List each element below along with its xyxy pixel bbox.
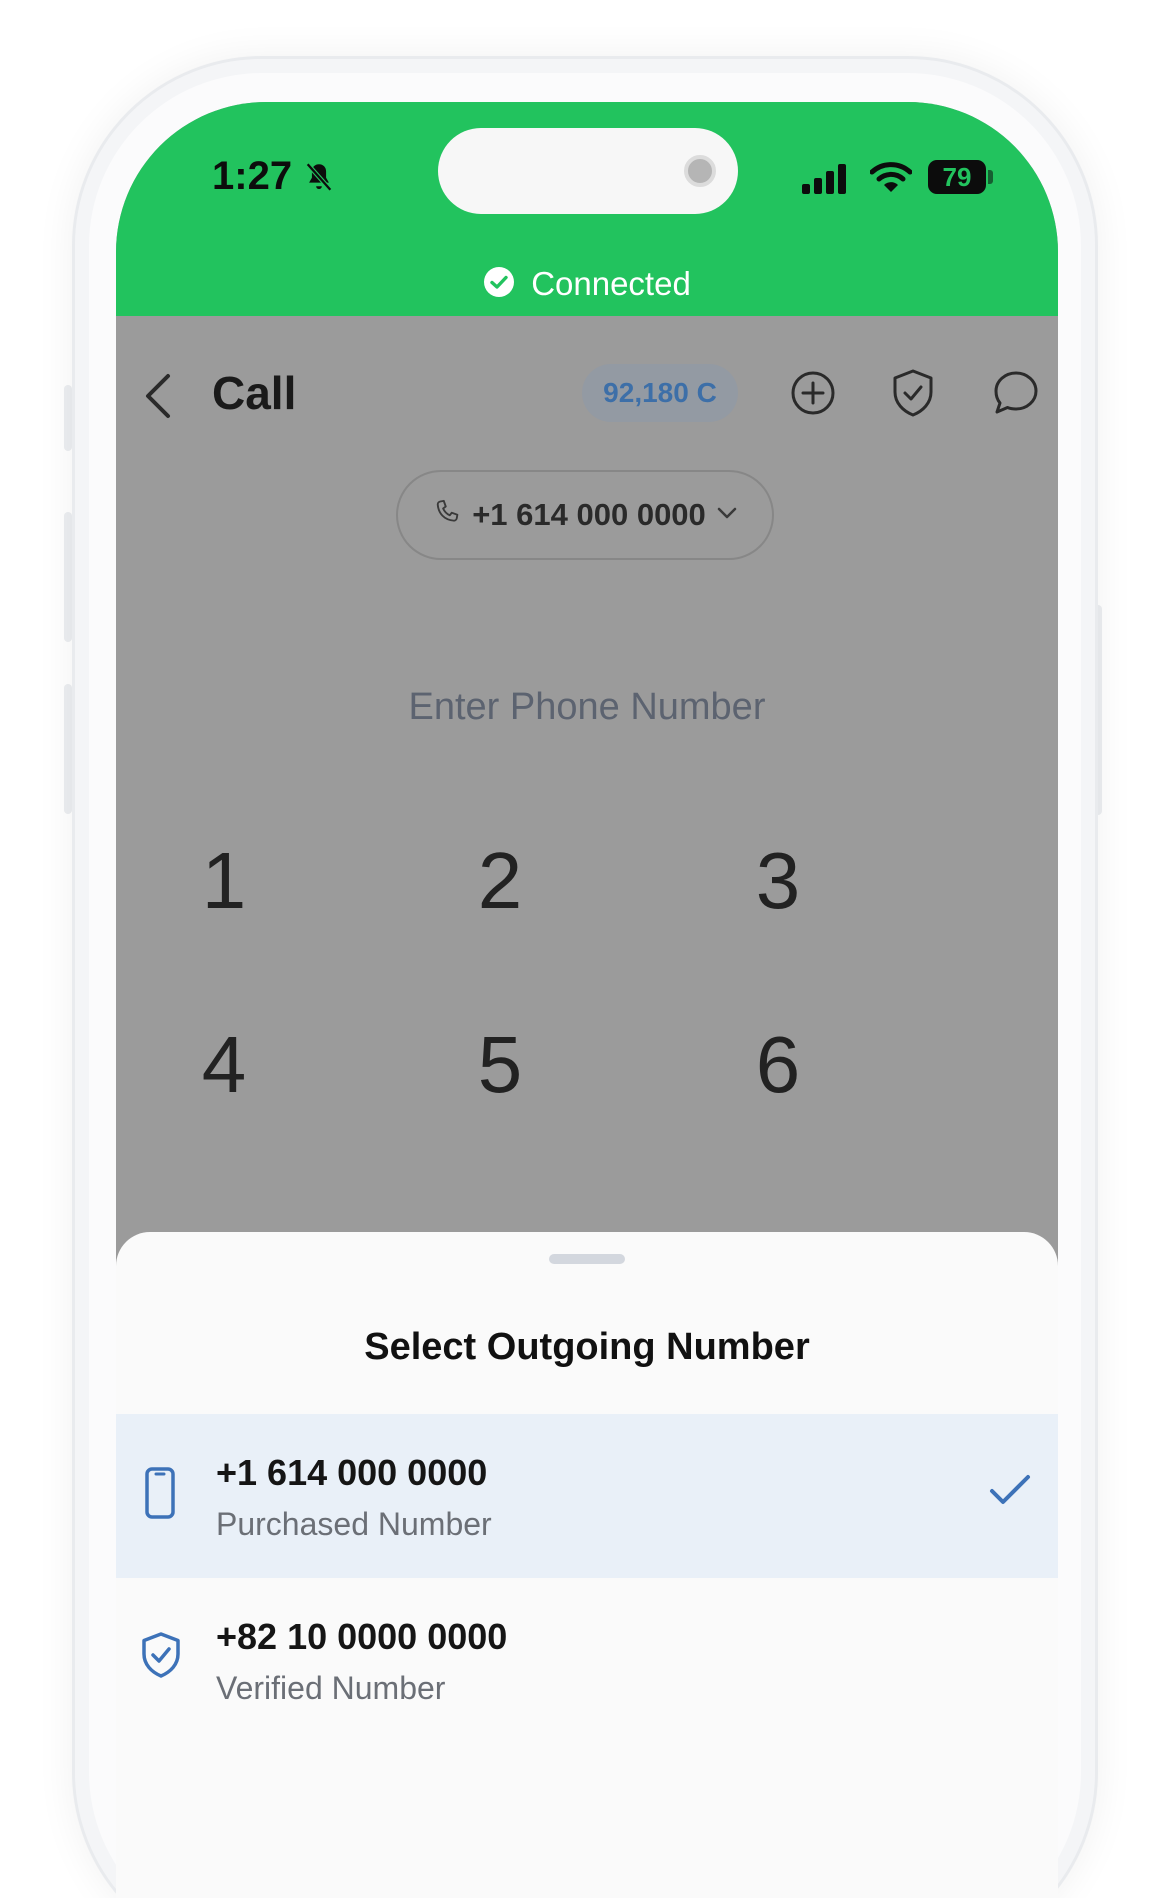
bell-slash-icon (302, 160, 336, 199)
wifi-icon (869, 160, 913, 199)
select-number-sheet: Select Outgoing Number +1 614 000 0000 P… (116, 1232, 1058, 1898)
add-circle-icon[interactable] (790, 370, 836, 421)
credit-balance-badge[interactable]: 92,180 C (582, 364, 738, 422)
page-title: Call (212, 367, 297, 419)
back-arrow-icon[interactable] (144, 372, 172, 425)
keypad-key-1[interactable]: 1 (134, 836, 314, 926)
connection-banner: Connected (116, 252, 1058, 316)
keypad-key-5[interactable]: 5 (410, 1020, 590, 1110)
battery-icon: 79 (928, 160, 986, 194)
device-side-button (64, 385, 72, 451)
chat-bubble-icon[interactable] (992, 370, 1040, 421)
device-side-button (64, 684, 72, 814)
selected-number-label: +1 614 000 0000 (472, 497, 706, 532)
phone-handset-icon (432, 498, 462, 533)
option-number: +82 10 0000 0000 (216, 1616, 508, 1657)
sheet-drag-handle[interactable] (549, 1254, 625, 1264)
outgoing-number-dropdown[interactable]: +1 614 000 0000 (396, 470, 774, 560)
sheet-title: Select Outgoing Number (364, 1326, 810, 1368)
chevron-down-icon (716, 506, 738, 525)
status-bar: 1:27 79 Connected (116, 102, 1058, 316)
option-number: +1 614 000 0000 (216, 1452, 488, 1493)
shield-check-icon (138, 1630, 184, 1685)
number-option-purchased[interactable]: +1 614 000 0000 Purchased Number (116, 1414, 1058, 1578)
option-type-label: Purchased Number (216, 1506, 492, 1542)
keypad-key-6[interactable]: 6 (688, 1020, 868, 1110)
smartphone-icon (142, 1466, 178, 1525)
connection-status-label: Connected (531, 265, 691, 302)
camera-dot (684, 155, 716, 187)
phone-screen: 1:27 79 Connected Call 92,180 C +1 614 0… (116, 102, 1058, 1898)
cellular-signal-icon (802, 164, 848, 199)
keypad-key-4[interactable]: 4 (134, 1020, 314, 1110)
device-mockup: 1:27 79 Connected Call 92,180 C +1 614 0… (0, 0, 1165, 1898)
battery-tip (988, 170, 993, 184)
device-side-button (64, 512, 72, 642)
option-type-label: Verified Number (216, 1670, 446, 1706)
keypad-key-2[interactable]: 2 (410, 836, 590, 926)
number-option-verified[interactable]: +82 10 0000 0000 Verified Number (116, 1578, 1058, 1742)
checkmark-icon (988, 1472, 1032, 1513)
check-circle-icon (483, 266, 515, 303)
keypad-key-3[interactable]: 3 (688, 836, 868, 926)
dynamic-island (438, 128, 738, 214)
phone-number-input[interactable]: Enter Phone Number (116, 686, 1058, 729)
shield-check-icon[interactable] (890, 368, 936, 423)
status-time: 1:27 (212, 154, 293, 198)
